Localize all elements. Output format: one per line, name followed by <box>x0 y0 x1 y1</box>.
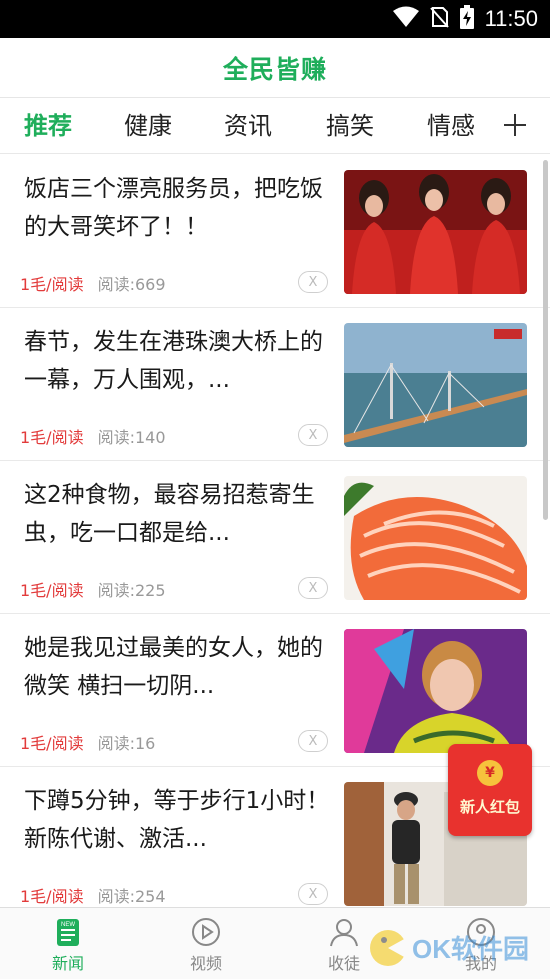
tab-news[interactable]: 资讯 <box>224 98 272 154</box>
news-title[interactable]: 饭店三个漂亮服务员，把吃饭的大哥笑坏了！！ <box>24 170 330 248</box>
nav-video[interactable]: 视频 <box>146 908 266 979</box>
no-sim-icon <box>429 6 449 32</box>
read-count: 阅读:254 <box>97 887 166 906</box>
wifi-icon <box>392 6 419 32</box>
news-item[interactable]: 春节，发生在港珠澳大桥上的一幕，万人围观，... 1毛/阅读 阅读:140 X <box>0 308 550 461</box>
status-bar: 11:50 <box>0 0 550 38</box>
read-count: 阅读:16 <box>97 734 156 753</box>
app-title: 全民皆赚 <box>222 54 327 84</box>
news-thumbnail[interactable] <box>344 629 527 753</box>
nav-label: 视频 <box>189 954 222 973</box>
news-title[interactable]: 她是我见过最美的女人，她的微笑 横扫一切阴... <box>24 629 330 707</box>
status-time: 11:50 <box>484 6 538 31</box>
nav-news[interactable]: NEW 新闻 <box>8 908 128 979</box>
news-meta: 1毛/阅读 阅读:16 <box>20 730 155 754</box>
red-packet-label: 新人红包 <box>459 798 520 816</box>
dismiss-button[interactable]: X <box>298 577 328 599</box>
app-header: 全民皆赚 <box>0 38 550 98</box>
battery-charging-icon <box>459 5 475 33</box>
read-count: 阅读:140 <box>97 428 166 447</box>
news-thumbnail[interactable] <box>344 476 527 600</box>
news-meta: 1毛/阅读 阅读:669 <box>20 271 166 295</box>
reward-rate: 1毛/阅读 <box>20 275 84 294</box>
reward-rate: 1毛/阅读 <box>20 428 84 447</box>
news-icon: NEW <box>52 916 84 948</box>
news-title[interactable]: 春节，发生在港珠澳大桥上的一幕，万人围观，... <box>24 323 330 401</box>
new-badge: NEW <box>61 922 75 928</box>
status-icons: 11:50 <box>392 0 538 38</box>
tab-health[interactable]: 健康 <box>124 98 172 154</box>
yuan-coin-icon: ¥ <box>477 760 503 786</box>
news-meta: 1毛/阅读 阅读:254 <box>20 883 166 907</box>
user-icon <box>328 916 360 948</box>
news-meta: 1毛/阅读 阅读:225 <box>20 577 166 601</box>
tab-funny[interactable]: 搞笑 <box>326 98 374 154</box>
new-user-red-packet-button[interactable]: ¥ 新人红包 <box>448 744 532 836</box>
read-count: 阅读:669 <box>97 275 166 294</box>
reward-rate: 1毛/阅读 <box>20 734 84 753</box>
news-title[interactable]: 这2种食物，最容易招惹寄生虫，吃一口都是给... <box>24 476 330 554</box>
news-thumbnail[interactable] <box>344 170 527 294</box>
news-meta: 1毛/阅读 阅读:140 <box>20 424 166 448</box>
dismiss-button[interactable]: X <box>298 883 328 905</box>
tab-emotion[interactable]: 情感 <box>427 98 475 154</box>
news-title[interactable]: 下蹲5分钟，等于步行1小时！新陈代谢、激活... <box>24 782 330 860</box>
video-play-icon <box>190 916 222 948</box>
reward-rate: 1毛/阅读 <box>20 887 84 906</box>
plus-icon[interactable] <box>498 108 532 142</box>
watermark-logo: OK软件园 <box>366 926 546 970</box>
tab-recommend[interactable]: 推荐 <box>24 98 72 154</box>
watermark-text: OK软件园 <box>412 934 529 964</box>
dismiss-button[interactable]: X <box>298 424 328 446</box>
read-count: 阅读:225 <box>97 581 166 600</box>
dismiss-button[interactable]: X <box>298 271 328 293</box>
nav-label: 新闻 <box>51 954 84 973</box>
category-tabs: 推荐 健康 资讯 搞笑 情感 <box>0 98 550 154</box>
news-thumbnail[interactable] <box>344 323 527 447</box>
reward-rate: 1毛/阅读 <box>20 581 84 600</box>
news-item[interactable]: 饭店三个漂亮服务员，把吃饭的大哥笑坏了！！ 1毛/阅读 阅读:669 X <box>0 155 550 308</box>
dismiss-button[interactable]: X <box>298 730 328 752</box>
news-item[interactable]: 这2种食物，最容易招惹寄生虫，吃一口都是给... 1毛/阅读 阅读:225 X <box>0 461 550 614</box>
feed-scrollbar[interactable] <box>543 160 548 520</box>
